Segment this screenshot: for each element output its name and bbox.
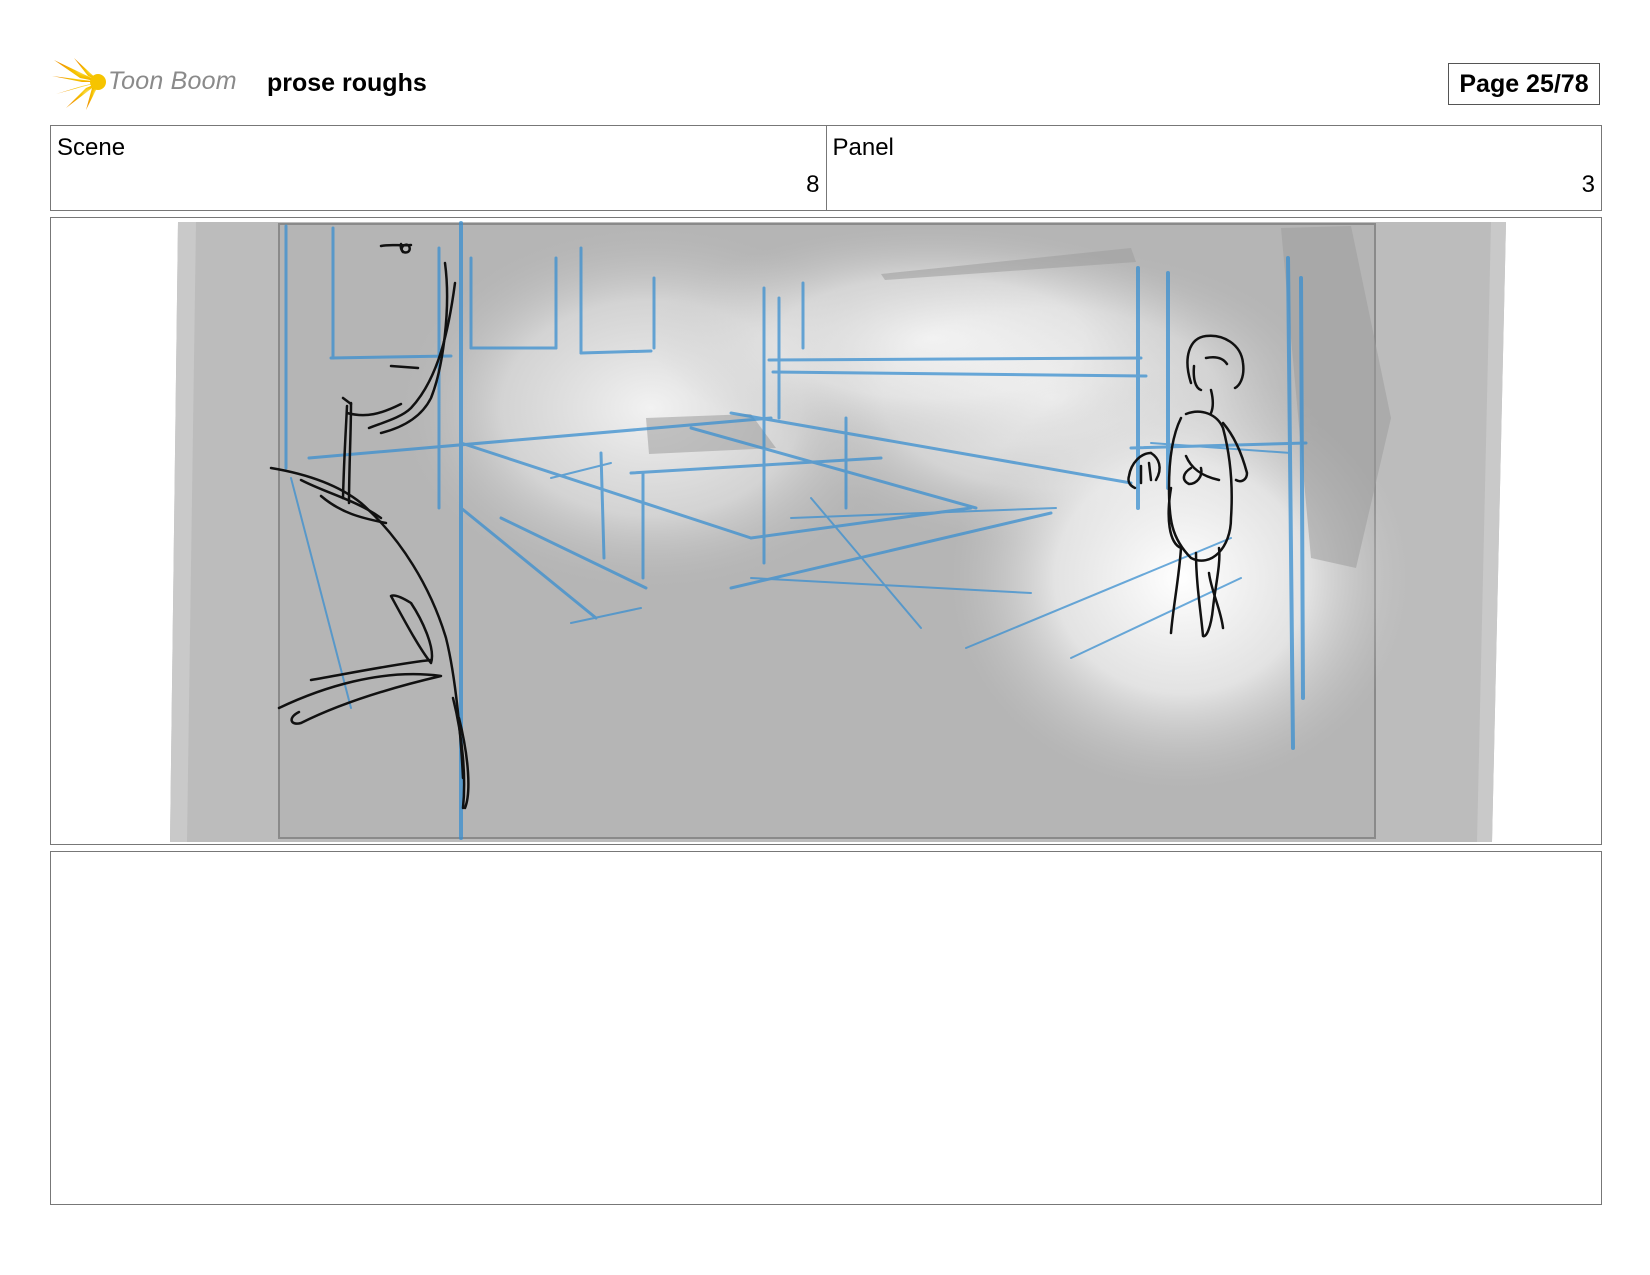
scene-panel-info-row: Scene 8 Panel 3 <box>50 125 1602 211</box>
panel-notes-area <box>50 851 1602 1205</box>
brand-name: Toon Boom <box>108 67 237 95</box>
panel-label: Panel <box>832 134 894 161</box>
scene-cell: Scene 8 <box>51 126 826 210</box>
storyboard-panel <box>50 217 1602 845</box>
project-title: prose roughs <box>267 69 427 97</box>
scene-value: 8 <box>806 171 820 198</box>
panel-sketch-image <box>170 221 1506 842</box>
page-header: Toon Boom prose roughs Page 25/78 <box>0 0 1650 120</box>
starburst-icon <box>52 58 106 110</box>
panel-cell: Panel 3 <box>825 126 1602 210</box>
brand-logo: Toon Boom <box>52 56 252 112</box>
panel-value: 3 <box>1581 171 1595 198</box>
page-number-badge: Page 25/78 <box>1448 63 1600 105</box>
scene-label: Scene <box>57 134 126 161</box>
